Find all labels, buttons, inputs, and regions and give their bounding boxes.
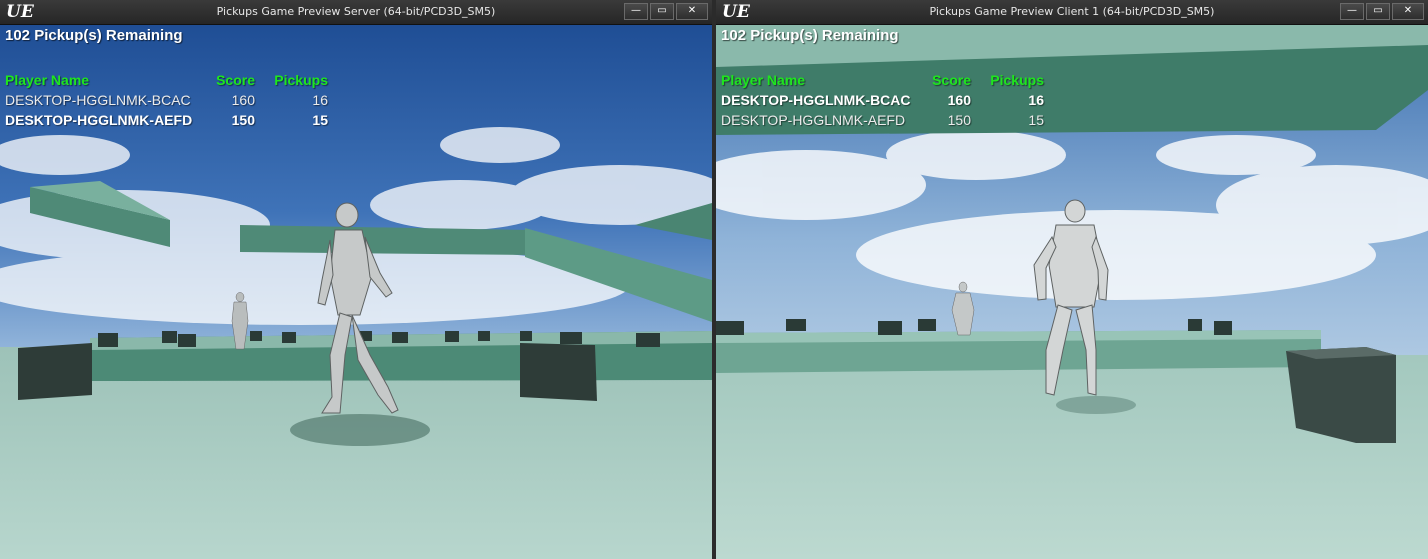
player-pickups: 16 [312, 92, 328, 108]
player-pickups: 16 [1028, 92, 1044, 108]
floating-platform-center [240, 225, 530, 255]
scoreboard-header: Player Name Score Pickups [5, 70, 328, 90]
character-shadow [290, 414, 430, 446]
player-name: DESKTOP-HGGLNMK-AEFD [721, 112, 906, 128]
pickup-cube-large-left [18, 343, 92, 400]
scoreboard: Player Name Score Pickups DESKTOP-HGGLNM… [5, 70, 328, 130]
player-pickups: 15 [312, 112, 328, 128]
minimize-button[interactable]: — [624, 3, 648, 20]
scoreboard-header: Player Name Score Pickups [721, 70, 1044, 90]
player-pickups: 15 [1028, 112, 1044, 128]
player-name: DESKTOP-HGGLNMK-BCAC [5, 92, 191, 108]
header-player-name: Player Name [5, 72, 90, 88]
server-preview-window[interactable]: UE Pickups Game Preview Server (64-bit/P… [0, 0, 712, 559]
player-score: 150 [947, 112, 971, 128]
header-player-name: Player Name [721, 72, 806, 88]
scoreboard-row-local: DESKTOP-HGGLNMK-AEFD 150 15 [5, 110, 328, 130]
pickup-cube-large-right [1286, 347, 1396, 443]
scoreboard-row-local: DESKTOP-HGGLNMK-BCAC 160 16 [721, 90, 1044, 110]
client-preview-window[interactable]: UE Pickups Game Preview Client 1 (64-bit… [716, 0, 1428, 559]
window-titlebar[interactable]: UE Pickups Game Preview Client 1 (64-bit… [716, 0, 1428, 25]
pickups-remaining-label: 102 Pickup(s) Remaining [721, 27, 899, 44]
player-score: 160 [947, 92, 971, 108]
window-controls: — ▭ ✕ [1340, 3, 1424, 20]
header-score: Score [216, 72, 255, 88]
player-score: 150 [231, 112, 255, 128]
window-title: Pickups Game Preview Client 1 (64-bit/PC… [929, 5, 1215, 18]
pickup-cube-large-right [520, 343, 597, 401]
maximize-button[interactable]: ▭ [650, 3, 674, 20]
window-controls: — ▭ ✕ [624, 3, 708, 20]
header-pickups: Pickups [274, 72, 328, 88]
player-name: DESKTOP-HGGLNMK-BCAC [721, 92, 911, 108]
game-viewport[interactable]: 102 Pickup(s) Remaining Player Name Scor… [716, 25, 1428, 559]
player-name: DESKTOP-HGGLNMK-AEFD [5, 112, 193, 128]
scoreboard: Player Name Score Pickups DESKTOP-HGGLNM… [721, 70, 1044, 130]
maximize-button[interactable]: ▭ [1366, 3, 1390, 20]
scoreboard-row: DESKTOP-HGGLNMK-AEFD 150 15 [721, 110, 1044, 130]
window-titlebar[interactable]: UE Pickups Game Preview Server (64-bit/P… [0, 0, 712, 25]
character-shadow [1056, 396, 1136, 414]
close-button[interactable]: ✕ [676, 3, 708, 20]
game-viewport[interactable]: 102 Pickup(s) Remaining Player Name Scor… [0, 25, 712, 559]
player-score: 160 [231, 92, 255, 108]
header-pickups: Pickups [990, 72, 1044, 88]
minimize-button[interactable]: — [1340, 3, 1364, 20]
window-title: Pickups Game Preview Server (64-bit/PCD3… [216, 5, 496, 18]
header-score: Score [932, 72, 971, 88]
scoreboard-row: DESKTOP-HGGLNMK-BCAC 160 16 [5, 90, 328, 110]
close-button[interactable]: ✕ [1392, 3, 1424, 20]
pickups-remaining-label: 102 Pickup(s) Remaining [5, 27, 183, 44]
